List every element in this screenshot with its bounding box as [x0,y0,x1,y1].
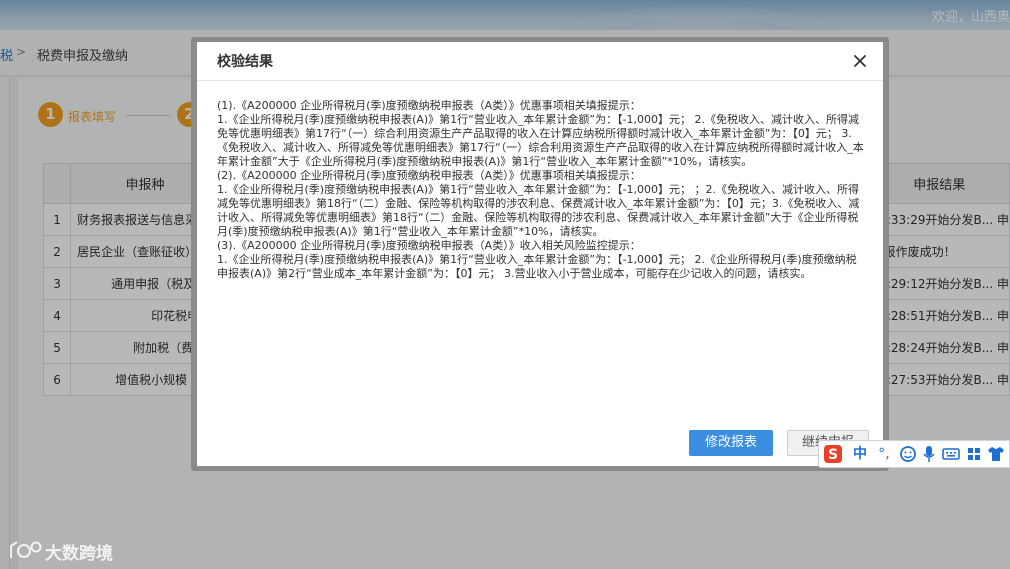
message-detail-1: 1.《企业所得税月(季)度预缴纳税申报表(A)》第1行“营业收入_本年累计金额”… [217,113,864,168]
ime-language-toggle[interactable]: 中 [849,444,871,464]
ime-punctuation-toggle[interactable]: °, [873,444,895,464]
message-heading-1: (1).《A200000 企业所得税月(季)度预缴纳税申报表（A类）》优惠事项相… [217,99,641,112]
shirt-icon[interactable] [985,444,1007,464]
dialog-message: (1).《A200000 企业所得税月(季)度预缴纳税申报表（A类）》优惠事项相… [217,99,867,281]
watermark-logo-icon [8,538,42,562]
ime-toolbar: S 中 °, [818,440,1010,468]
message-heading-2: (2).《A200000 企业所得税月(季)度预缴纳税申报表（A类）》优惠事项相… [217,169,641,182]
message-heading-3: (3).《A200000 企业所得税月(季)度预缴纳税申报表（A类）》收入相关风… [217,239,641,252]
dialog-title: 校验结果 [217,54,273,70]
watermark-text: 大数跨境 [45,544,113,564]
keyboard-icon[interactable] [940,444,962,464]
validation-result-dialog: 校验结果 (1).《A200000 企业所得税月(季)度预缴纳税申报表（A类）》… [197,42,883,466]
modify-report-button[interactable]: 修改报表 [689,430,773,456]
svg-text:S: S [828,447,838,463]
microphone-icon[interactable] [919,444,939,464]
message-detail-3: 1.《企业所得税月(季)度预缴纳税申报表(A)》第1行“营业收入_本年累计金额”… [217,253,857,280]
grid-icon[interactable] [964,444,984,464]
message-detail-2: 1.《企业所得税月(季)度预缴纳税申报表(A)》第1行“营业收入_本年累计金额”… [217,183,860,238]
close-icon[interactable] [849,50,871,72]
sogou-logo-icon[interactable]: S [822,444,844,464]
smiley-icon[interactable] [897,444,919,464]
dialog-divider [197,80,883,81]
